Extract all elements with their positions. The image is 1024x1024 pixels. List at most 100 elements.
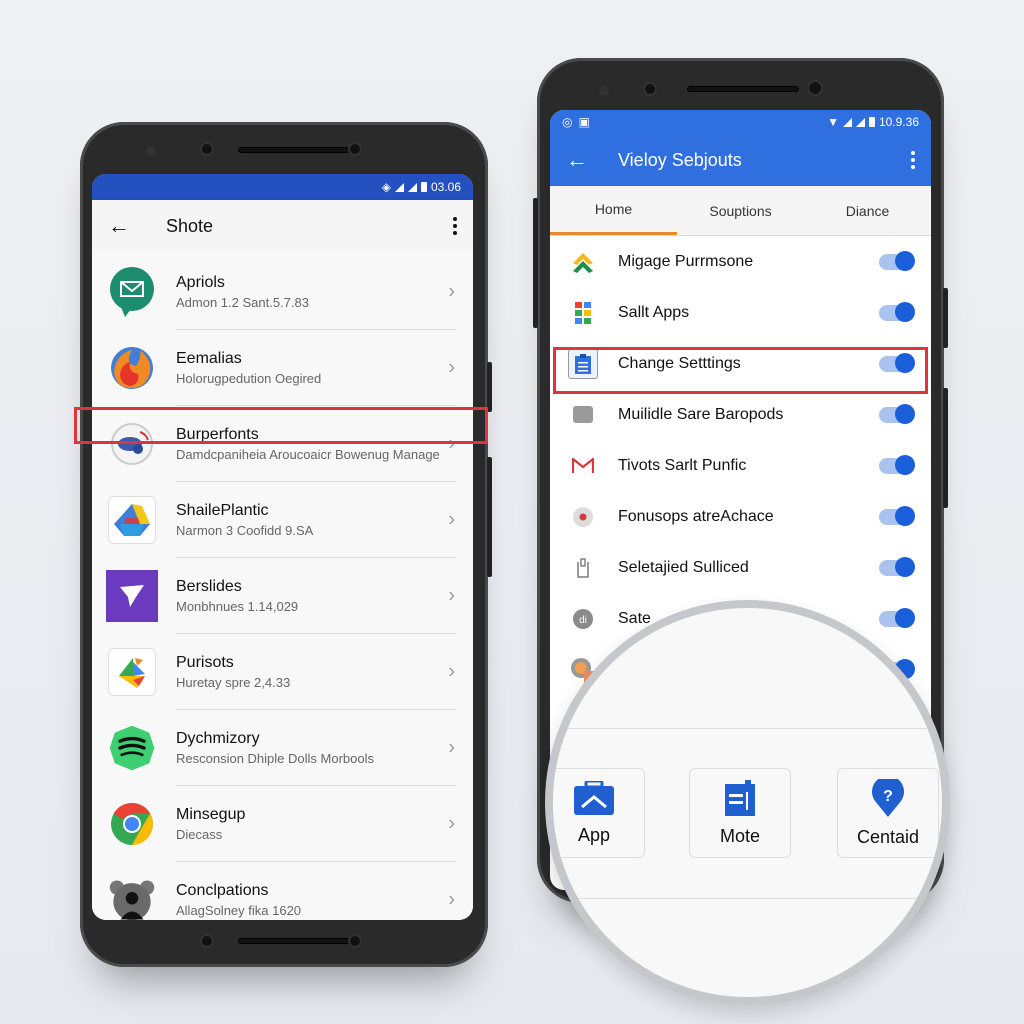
- screenshot-icon: ▣: [578, 115, 590, 129]
- card-label: Mote: [719, 825, 761, 846]
- item-name: Fonusops atreAchace: [618, 507, 774, 525]
- left-phone: ◈ 03.06 ← Shote Apriols Admon 1.2 Sant.5.…: [80, 122, 492, 967]
- item-subtitle: Admon 1.2 Sant.5.7.83: [176, 294, 309, 310]
- back-arrow-icon[interactable]: ←: [108, 213, 130, 239]
- earpiece-speaker: [687, 86, 799, 92]
- toggle-switch[interactable]: [879, 403, 915, 424]
- bear-avatar-icon: [108, 876, 156, 920]
- power-button[interactable]: [487, 362, 492, 412]
- more-options-icon[interactable]: [453, 217, 457, 235]
- item-name: Purisots: [176, 653, 234, 671]
- proximity-sensor: [807, 80, 823, 96]
- item-name: Minsegup: [176, 805, 246, 823]
- status-bar: ◈ 03.06: [92, 174, 473, 200]
- list-item[interactable]: Purisots Huretay spre 2,4.33 ›: [92, 634, 473, 710]
- signal-icon: [394, 182, 404, 192]
- list-item[interactable]: ShailePlantic Narmon 3 Coofidd 9.SA ›: [92, 482, 473, 558]
- chevron-right-icon: ›: [448, 356, 455, 379]
- toggle-switch[interactable]: [879, 352, 915, 373]
- volume-button[interactable]: [487, 457, 492, 577]
- item-subtitle: Damdcpaniheia Aroucoaicr Bowenug Manage: [176, 446, 440, 462]
- item-name: Conclpations: [176, 882, 269, 899]
- status-bar: ◎ ▣ ▼ 10.9.36: [550, 110, 931, 134]
- flame-logo-icon: [108, 344, 156, 392]
- list-item[interactable]: Change Setttings: [550, 338, 931, 389]
- chrome-logo-icon: [108, 800, 156, 848]
- signal-icon-2: [855, 117, 865, 127]
- status-time: 03.06: [430, 180, 461, 194]
- svg-text:?: ?: [883, 788, 893, 805]
- chevron-right-icon: ›: [448, 736, 455, 759]
- list-item[interactable]: Burperfonts Damdcpaniheia Aroucoaicr Bowe…: [92, 406, 473, 482]
- item-subtitle: Diecass: [176, 826, 223, 842]
- tab-diance[interactable]: Diance: [804, 186, 931, 235]
- sensor: [599, 86, 609, 96]
- front-camera: [643, 82, 657, 96]
- proximity-sensor: [348, 142, 362, 156]
- earpiece-speaker: [238, 147, 350, 153]
- tab-souptions[interactable]: Souptions: [677, 186, 804, 235]
- item-subtitle: Holorugpedution Oegired: [176, 370, 322, 386]
- item-subtitle: Narmon 3 Coofidd 9.SA: [176, 522, 314, 538]
- chevron-right-icon: ›: [448, 812, 455, 835]
- gray-circle-icon: di: [568, 604, 598, 634]
- left-side-button[interactable]: [533, 198, 538, 328]
- chevron-right-icon: ›: [448, 660, 455, 683]
- volume-button[interactable]: [943, 388, 948, 508]
- bottom-sensor-2: [348, 934, 362, 948]
- battery-icon: [868, 117, 875, 127]
- briefcase-icon: [574, 780, 614, 815]
- item-name: Seletajied Sulliced: [618, 558, 749, 576]
- list-item[interactable]: Apriols Admon 1.2 Sant.5.7.83 ›: [92, 254, 473, 330]
- toggle-switch[interactable]: [879, 301, 915, 322]
- sensor: [146, 146, 156, 156]
- more-options-icon[interactable]: [911, 151, 915, 169]
- list-item[interactable]: Dychmizory Resconsion Dhiple Dolls Morboo…: [92, 710, 473, 786]
- list-item[interactable]: Eemalias Holorugpedution Oegired ›: [92, 330, 473, 406]
- gmail-icon: [568, 451, 598, 481]
- centaid-card[interactable]: ? Centaid: [837, 768, 939, 858]
- item-name: Migage Purrmsone: [618, 252, 754, 270]
- item-name: Berslides: [176, 577, 242, 595]
- chevron-right-icon: ›: [448, 888, 455, 911]
- power-button[interactable]: [943, 288, 948, 348]
- list-item[interactable]: Sallt Apps: [550, 287, 931, 338]
- drive-logo-icon: [108, 496, 156, 544]
- back-arrow-icon[interactable]: ←: [566, 147, 588, 173]
- apps-grid-icon: [568, 298, 598, 328]
- list-item[interactable]: Minsegup Diecass ›: [92, 786, 473, 862]
- list-item[interactable]: Conclpations AllagSolney fika 1620 ›: [92, 862, 473, 920]
- item-subtitle: Huretay spre 2,4.33: [176, 674, 291, 690]
- toggle-switch[interactable]: [879, 454, 915, 475]
- list-item[interactable]: Fonusops atreAchace: [550, 491, 931, 542]
- item-name: Eemalias: [176, 349, 242, 367]
- list-item[interactable]: Berslides Monbhnues 1.14,029 ›: [92, 558, 473, 634]
- list-item[interactable]: Tivots Sarlt Punfic: [550, 440, 931, 491]
- list-item[interactable]: Seletajied Sulliced: [550, 542, 931, 593]
- toggle-switch[interactable]: [879, 607, 915, 628]
- svg-text:di: di: [579, 615, 587, 626]
- location-icon: ◎: [562, 115, 573, 129]
- toggle-logo-icon: [108, 420, 156, 468]
- tab-bar: Home Souptions Diance: [550, 186, 931, 236]
- mote-card[interactable]: Mote: [689, 768, 791, 858]
- tab-home[interactable]: Home: [550, 186, 677, 235]
- left-screen: ◈ 03.06 ← Shote Apriols Admon 1.2 Sant.5.…: [92, 174, 473, 920]
- page-title: Vieloy Sebjouts: [618, 149, 742, 170]
- list-item[interactable]: Muilidle Sare Baropods: [550, 389, 931, 440]
- signal-icon: [842, 117, 852, 127]
- toggle-switch[interactable]: [879, 250, 915, 271]
- app-card[interactable]: App: [553, 768, 645, 858]
- bottom-sensor: [200, 934, 214, 948]
- red-dot-icon: [568, 502, 598, 532]
- data-saver-icon: ◈: [381, 180, 391, 194]
- clipboard-icon: [568, 348, 598, 379]
- list-item[interactable]: Migage Purrmsone: [550, 236, 931, 287]
- colorful-logo-icon: [108, 648, 156, 696]
- item-name: ShailePlantic: [176, 501, 269, 519]
- chevron-right-icon: ›: [448, 508, 455, 531]
- toggle-switch[interactable]: [879, 505, 915, 526]
- gray-square-icon: [568, 400, 598, 430]
- note-icon: [725, 779, 755, 816]
- toggle-switch[interactable]: [879, 556, 915, 577]
